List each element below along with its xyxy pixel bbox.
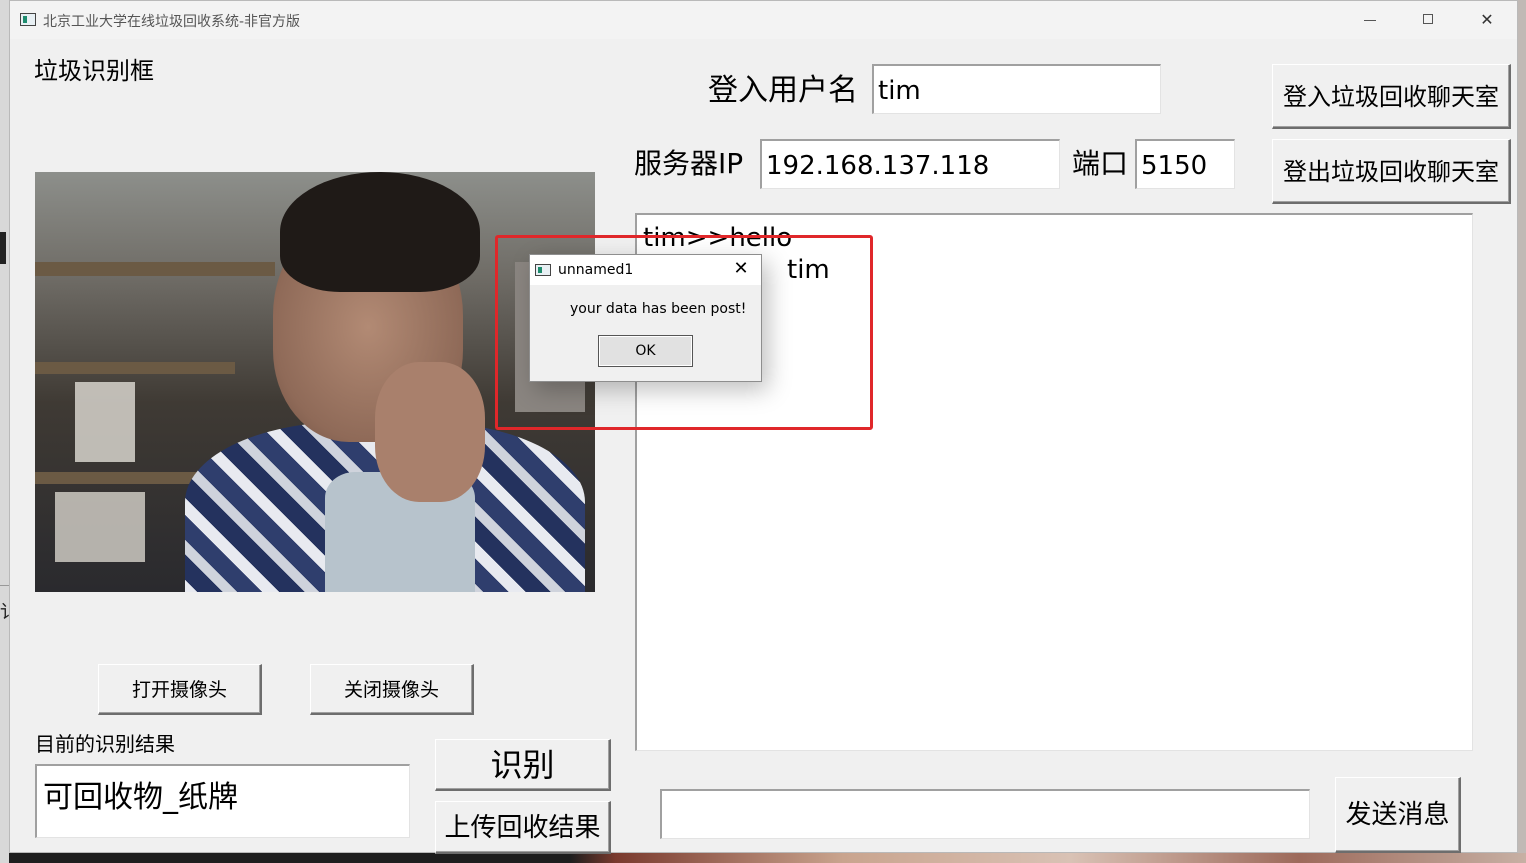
books — [75, 382, 135, 462]
port-input[interactable]: 5150 — [1135, 139, 1235, 189]
dialog-app-icon — [535, 264, 551, 276]
detect-frame-label: 垃圾识别框 — [34, 57, 154, 85]
login-chatroom-button[interactable]: 登入垃圾回收聊天室 — [1272, 64, 1511, 129]
desktop-edge-text: 讠 — [0, 602, 18, 623]
books — [55, 492, 145, 562]
logout-chatroom-button[interactable]: 登出垃圾回收聊天室 — [1272, 139, 1511, 204]
chat-message: tim — [787, 255, 830, 285]
dialog-title-bar[interactable]: unnamed1 ✕ — [530, 255, 761, 285]
app-icon — [20, 13, 36, 26]
app-window: 北京工业大学在线垃圾回收系统-非官方版 ✕ 垃圾识别框 打开摄像头 关闭摄像头 … — [9, 0, 1518, 854]
dialog-title: unnamed1 — [558, 262, 634, 278]
title-bar[interactable]: 北京工业大学在线垃圾回收系统-非官方版 ✕ — [10, 1, 1517, 39]
person-hair — [280, 172, 480, 292]
shelf — [35, 362, 235, 374]
camera-view — [35, 172, 595, 592]
result-field[interactable]: 可回收物_纸牌 — [35, 764, 410, 838]
chat-message: tim>>hello — [643, 223, 793, 253]
message-dialog: unnamed1 ✕ your data has been post! OK — [529, 254, 762, 382]
recognize-button[interactable]: 识别 — [435, 739, 611, 791]
desktop-bottom-edge — [9, 853, 1526, 863]
minimize-button[interactable] — [1355, 9, 1385, 31]
send-message-button[interactable]: 发送消息 — [1335, 777, 1461, 853]
desktop-edge-fragment — [0, 232, 6, 264]
dialog-ok-button[interactable]: OK — [598, 335, 693, 367]
person-hand — [375, 362, 485, 502]
desktop-right-edge — [1518, 0, 1526, 853]
upload-result-button[interactable]: 上传回收结果 — [435, 801, 611, 854]
username-label: 登入用户名 — [708, 73, 858, 108]
shelf — [35, 262, 275, 276]
desktop-left-edge — [0, 0, 9, 863]
shelf — [35, 472, 215, 484]
server-ip-input[interactable]: 192.168.137.118 — [760, 139, 1060, 189]
desktop-edge-line — [0, 585, 9, 586]
close-camera-button[interactable]: 关闭摄像头 — [310, 664, 474, 715]
maximize-button[interactable] — [1414, 9, 1444, 31]
close-icon: ✕ — [1480, 10, 1494, 29]
server-ip-label: 服务器IP — [634, 147, 744, 180]
window-title: 北京工业大学在线垃圾回收系统-非官方版 — [43, 14, 301, 30]
open-camera-button[interactable]: 打开摄像头 — [98, 664, 262, 715]
maximize-icon — [1423, 14, 1433, 24]
port-label: 端口 — [1072, 147, 1129, 180]
dialog-close-icon[interactable]: ✕ — [729, 258, 753, 279]
message-input[interactable] — [660, 789, 1310, 839]
minimize-icon — [1364, 20, 1376, 21]
dialog-message: your data has been post! — [570, 301, 747, 317]
close-button[interactable]: ✕ — [1472, 9, 1502, 31]
result-label: 目前的识别结果 — [35, 732, 175, 756]
username-input[interactable]: tim — [872, 64, 1161, 114]
